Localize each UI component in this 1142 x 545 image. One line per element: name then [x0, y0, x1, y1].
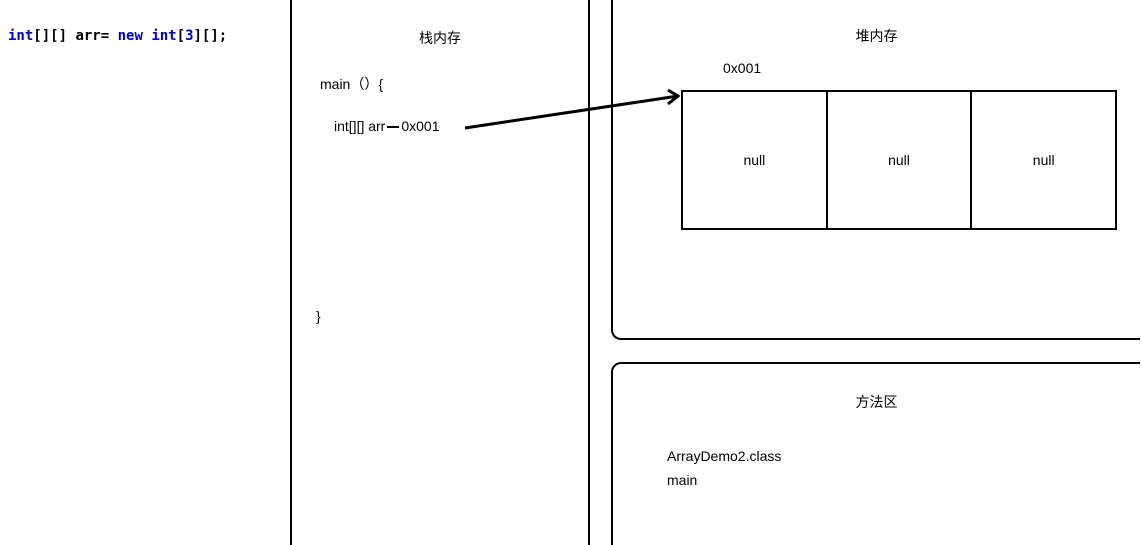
heap-array-box: null null null: [681, 90, 1117, 230]
array-cell-1: null: [828, 92, 973, 228]
keyword-int: int: [8, 28, 33, 44]
brackets: [][]: [33, 28, 75, 44]
array-cell-0: null: [683, 92, 828, 228]
heap-title: 堆内存: [856, 26, 898, 46]
keyword-new-int: new int: [118, 28, 177, 44]
heap-address-label: 0x001: [723, 60, 761, 76]
assign-line: [387, 126, 399, 128]
size-literal: 3: [185, 28, 193, 44]
method-area-box: 方法区 ArrayDemo2.class main: [611, 362, 1140, 545]
array-cell-2: null: [972, 92, 1115, 228]
main-close-brace: }: [316, 308, 321, 324]
code-declaration: int[][] arr= new int[3][];: [8, 28, 227, 44]
bracket-open: [: [177, 28, 185, 44]
heap-memory-box: 堆内存 0x001 null null null: [611, 0, 1140, 340]
method-main: main: [667, 472, 697, 488]
stack-title: 栈内存: [419, 28, 461, 48]
arr-address: 0x001: [401, 118, 439, 134]
method-classfile: ArrayDemo2.class: [667, 448, 781, 464]
stack-memory-box: 栈内存 main（）{ int[][] arr 0x001 }: [290, 0, 590, 545]
method-title: 方法区: [856, 392, 898, 412]
main-open-brace: main（）{: [320, 74, 383, 94]
bracket-close: ][];: [194, 28, 228, 44]
arr-text: int[][] arr: [334, 118, 385, 134]
arr-declaration: int[][] arr 0x001: [334, 118, 440, 134]
var-arr: arr=: [75, 28, 117, 44]
